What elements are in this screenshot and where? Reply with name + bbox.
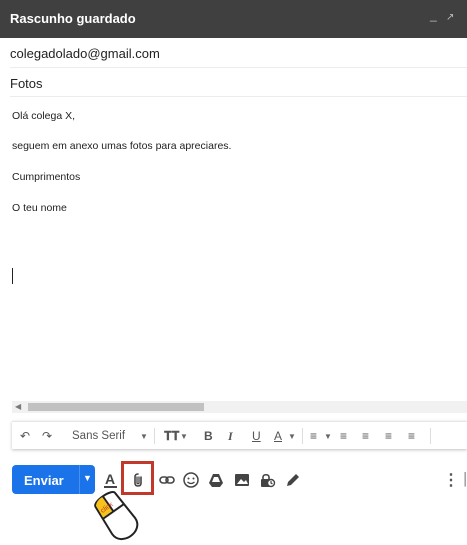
- subject-text: Fotos: [10, 76, 43, 91]
- indent-less-icon[interactable]: ≡: [385, 428, 392, 444]
- chevron-down-icon[interactable]: ▼: [140, 429, 148, 445]
- underline-icon[interactable]: U: [252, 428, 261, 444]
- undo-icon[interactable]: ↶: [20, 428, 30, 444]
- divider: [79, 465, 80, 494]
- mouse-click-icon: click: [94, 491, 139, 541]
- bulleted-list-icon[interactable]: ≡: [362, 428, 369, 444]
- send-options-chevron-icon[interactable]: ▼: [83, 473, 92, 483]
- scrollbar-thumb[interactable]: [28, 403, 204, 411]
- formatting-options-icon[interactable]: A: [102, 471, 120, 489]
- body-line: Olá colega X,: [12, 110, 76, 122]
- numbered-list-icon[interactable]: ≡: [340, 428, 347, 444]
- compose-header: Rascunho guardado _ ↗: [0, 0, 467, 38]
- google-drive-icon[interactable]: [207, 471, 225, 489]
- chevron-down-icon[interactable]: ▼: [324, 429, 332, 445]
- scroll-left-icon[interactable]: ◀: [15, 402, 21, 411]
- expand-icon[interactable]: ↗: [446, 12, 454, 23]
- svg-text:A: A: [105, 471, 115, 487]
- text-color-icon[interactable]: A: [274, 428, 282, 444]
- text-size-icon[interactable]: 𝐓𝐓: [164, 428, 179, 444]
- subject-field[interactable]: Fotos: [10, 68, 467, 97]
- align-icon[interactable]: ≡: [310, 428, 317, 444]
- body-line: O teu nome: [12, 202, 67, 214]
- draft-status-title: Rascunho guardado: [10, 11, 136, 26]
- insert-photo-icon[interactable]: [233, 471, 251, 489]
- divider: [154, 428, 155, 444]
- insert-link-icon[interactable]: [158, 471, 176, 489]
- emoji-icon[interactable]: [182, 471, 200, 489]
- recipient-email: colegadolado@gmail.com: [10, 46, 160, 61]
- discard-draft-icon[interactable]: │: [462, 472, 467, 486]
- horizontal-scrollbar[interactable]: ◀: [12, 401, 467, 413]
- divider: [430, 428, 431, 444]
- chevron-down-icon[interactable]: ▼: [288, 429, 296, 445]
- divider: [302, 428, 303, 444]
- minimize-icon[interactable]: _: [430, 8, 437, 22]
- body-line: Cumprimentos: [12, 171, 81, 183]
- indent-more-icon[interactable]: ≡: [408, 428, 415, 444]
- redo-icon[interactable]: ↷: [42, 428, 52, 444]
- send-button[interactable]: Enviar ▼: [12, 465, 95, 494]
- text-cursor: [12, 268, 13, 284]
- send-label: Enviar: [24, 473, 64, 488]
- formatting-toolbar: ↶ ↷ Sans Serif ▼ 𝐓𝐓 ▼ B I U A ▼ ≡ ▼ ≡ ≡ …: [12, 421, 467, 449]
- more-options-icon[interactable]: ⋮: [443, 470, 459, 490]
- italic-icon[interactable]: I: [228, 428, 233, 444]
- bold-icon[interactable]: B: [204, 428, 213, 444]
- body-line: seguem em anexo umas fotos para apreciar…: [12, 140, 232, 152]
- chevron-down-icon[interactable]: ▼: [180, 429, 188, 445]
- font-family-select[interactable]: Sans Serif: [72, 428, 125, 444]
- signature-pen-icon[interactable]: [284, 471, 302, 489]
- recipients-field[interactable]: colegadolado@gmail.com: [10, 38, 467, 68]
- confidential-mode-icon[interactable]: [258, 471, 276, 489]
